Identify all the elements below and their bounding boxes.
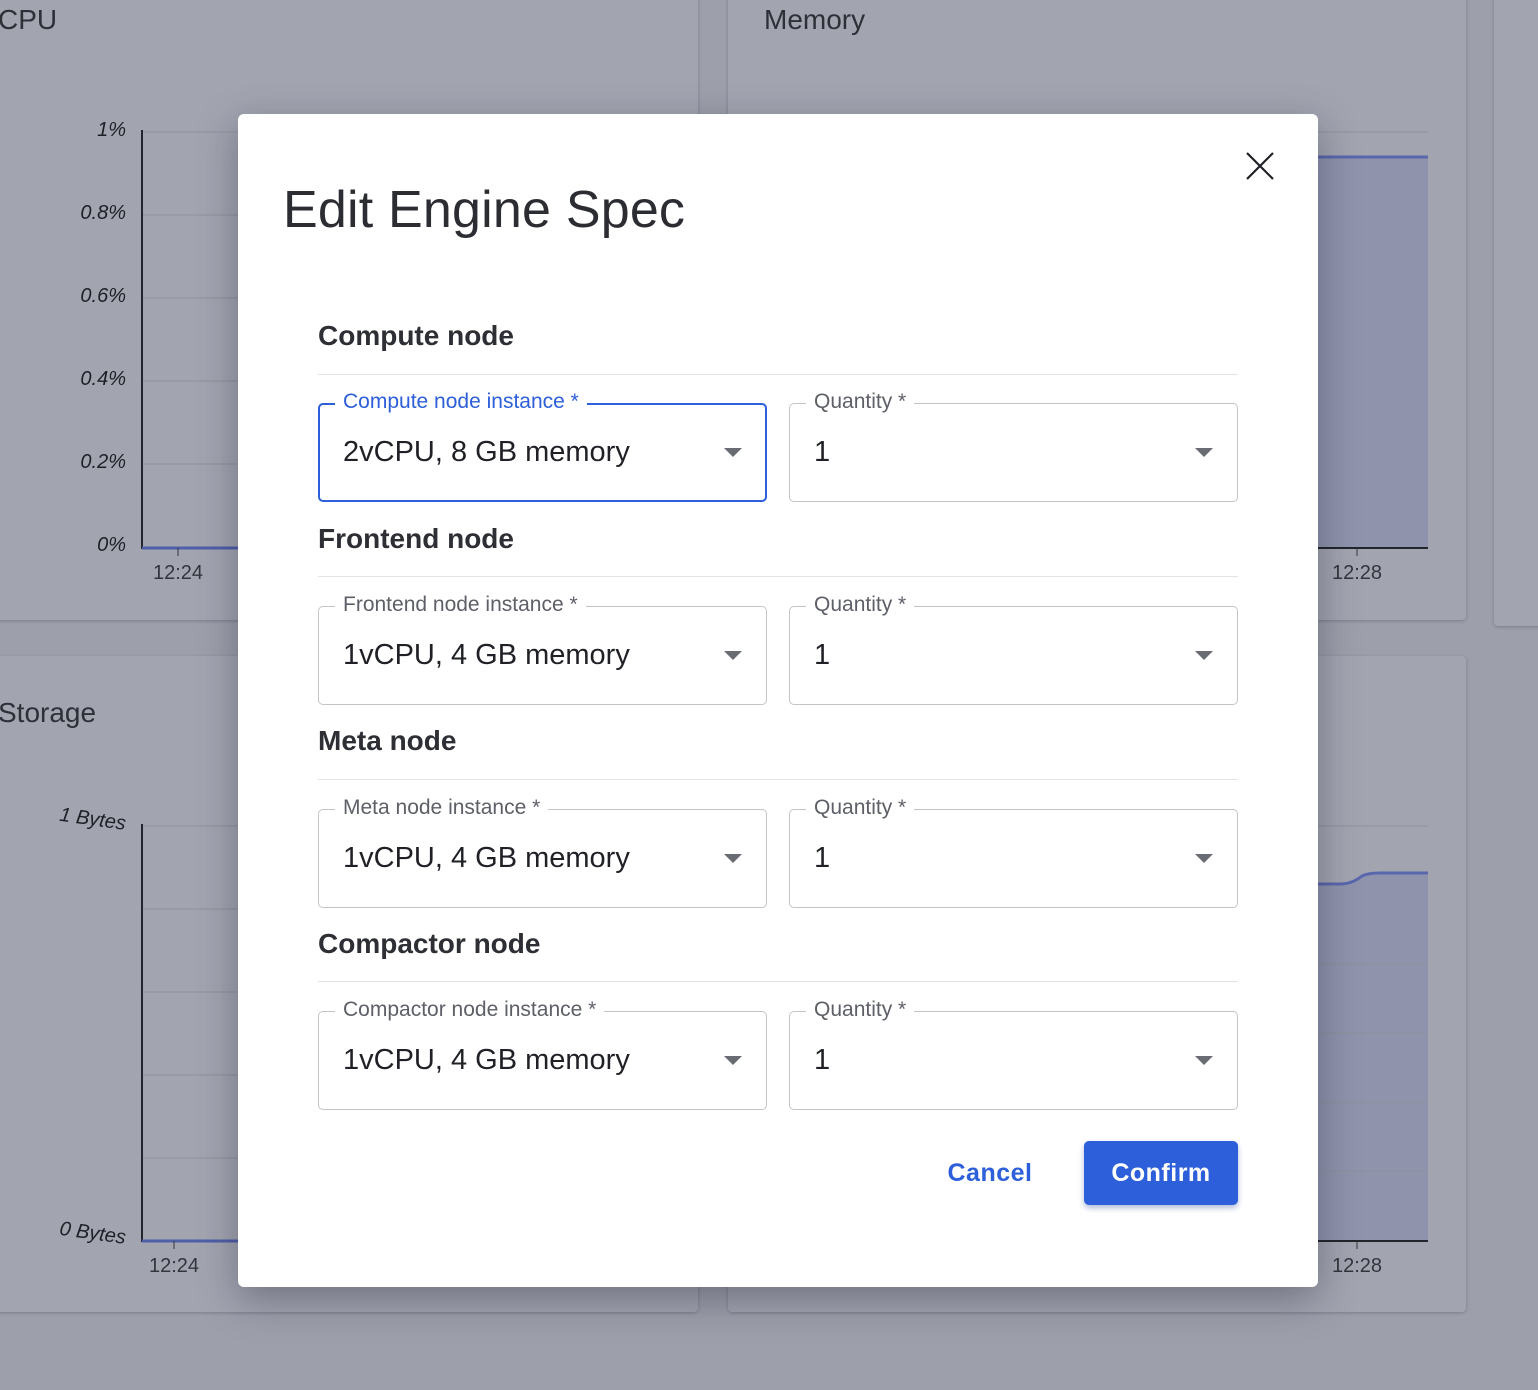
- divider: [318, 981, 1238, 982]
- storage-y-tick-1: 1 Bytes: [58, 804, 127, 835]
- compactor-quantity-select[interactable]: Quantity * 1: [789, 997, 1238, 1110]
- meta-instance-value: 1vCPU, 4 GB memory: [343, 842, 630, 874]
- memory-x-tick: 12:28: [1332, 562, 1382, 584]
- compactor-instance-select[interactable]: Compactor node instance * 1vCPU, 4 GB me…: [318, 997, 767, 1110]
- divider: [318, 576, 1238, 577]
- dropdown-arrow-icon: [724, 1056, 742, 1065]
- divider: [318, 374, 1238, 375]
- frontend-quantity-value: 1: [814, 639, 831, 671]
- cpu-y-tick-2: 0.8%: [80, 202, 126, 224]
- cpu-y-tick-1: 1%: [97, 119, 126, 141]
- fourth-x-tick: 12:28: [1332, 1255, 1382, 1277]
- section-title-frontend: Frontend node: [318, 523, 514, 554]
- meta-quantity-value: 1: [814, 842, 831, 874]
- compute-quantity-select[interactable]: Quantity * 1: [789, 389, 1238, 502]
- compute-instance-select[interactable]: Compute node instance * 2vCPU, 8 GB memo…: [318, 389, 767, 502]
- storage-x-tick: 12:24: [149, 1255, 199, 1277]
- compactor-quantity-value: 1: [814, 1044, 831, 1076]
- cpu-y-tick-5: 0.2%: [80, 451, 126, 473]
- meta-quantity-label: Quantity *: [806, 795, 915, 821]
- fourth-chart: 12:28: [1318, 825, 1428, 1277]
- frontend-instance-label: Frontend node instance *: [335, 592, 586, 618]
- dropdown-arrow-icon: [724, 651, 742, 660]
- dialog-title: Edit Engine Spec: [283, 181, 686, 239]
- confirm-button[interactable]: Confirm: [1084, 1141, 1238, 1205]
- compactor-instance-label: Compactor node instance *: [335, 997, 605, 1023]
- dropdown-arrow-icon: [1195, 651, 1213, 660]
- compute-instance-value: 2vCPU, 8 GB memory: [343, 436, 630, 468]
- dropdown-arrow-icon: [1195, 448, 1213, 457]
- compute-quantity-value: 1: [814, 436, 831, 468]
- frontend-quantity-select[interactable]: Quantity * 1: [789, 592, 1238, 705]
- cpu-y-tick-3: 0.6%: [80, 285, 126, 307]
- meta-instance-label: Meta node instance *: [335, 795, 549, 821]
- compute-instance-label: Compute node instance *: [335, 389, 587, 415]
- cpu-x-tick: 12:24: [153, 562, 203, 584]
- storage-y-tick-2: 0 Bytes: [58, 1218, 127, 1249]
- frontend-instance-select[interactable]: Frontend node instance * 1vCPU, 4 GB mem…: [318, 592, 767, 705]
- meta-instance-select[interactable]: Meta node instance * 1vCPU, 4 GB memory: [318, 795, 767, 908]
- cpu-y-tick-4: 0.4%: [80, 368, 126, 390]
- cpu-y-tick-6: 0%: [97, 534, 126, 556]
- dropdown-arrow-icon: [724, 854, 742, 863]
- memory-chart: 12:28: [1318, 131, 1428, 584]
- section-title-meta: Meta node: [318, 725, 457, 756]
- meta-quantity-select[interactable]: Quantity * 1: [789, 795, 1238, 908]
- section-title-compactor: Compactor node: [318, 928, 541, 959]
- compactor-instance-value: 1vCPU, 4 GB memory: [343, 1044, 630, 1076]
- compactor-quantity-label: Quantity *: [806, 997, 915, 1023]
- section-title-compute: Compute node: [318, 320, 514, 351]
- compute-quantity-label: Quantity *: [806, 389, 915, 415]
- dropdown-arrow-icon: [1195, 1056, 1213, 1065]
- dropdown-arrow-icon: [724, 448, 742, 457]
- frontend-instance-value: 1vCPU, 4 GB memory: [343, 639, 630, 671]
- storage-chart: 1 Bytes 0 Bytes 12:24: [58, 804, 240, 1277]
- edit-engine-spec-dialog: Edit Engine Spec Compute node Compute no…: [238, 114, 1318, 1287]
- divider: [318, 779, 1238, 780]
- cpu-chart: 1% 0.8% 0.6% 0.4% 0.2% 0% 12:24: [80, 119, 240, 584]
- cancel-button[interactable]: Cancel: [928, 1141, 1052, 1205]
- dropdown-arrow-icon: [1195, 854, 1213, 863]
- close-button[interactable]: [1238, 144, 1282, 188]
- close-icon: [1246, 152, 1274, 180]
- frontend-quantity-label: Quantity *: [806, 592, 915, 618]
